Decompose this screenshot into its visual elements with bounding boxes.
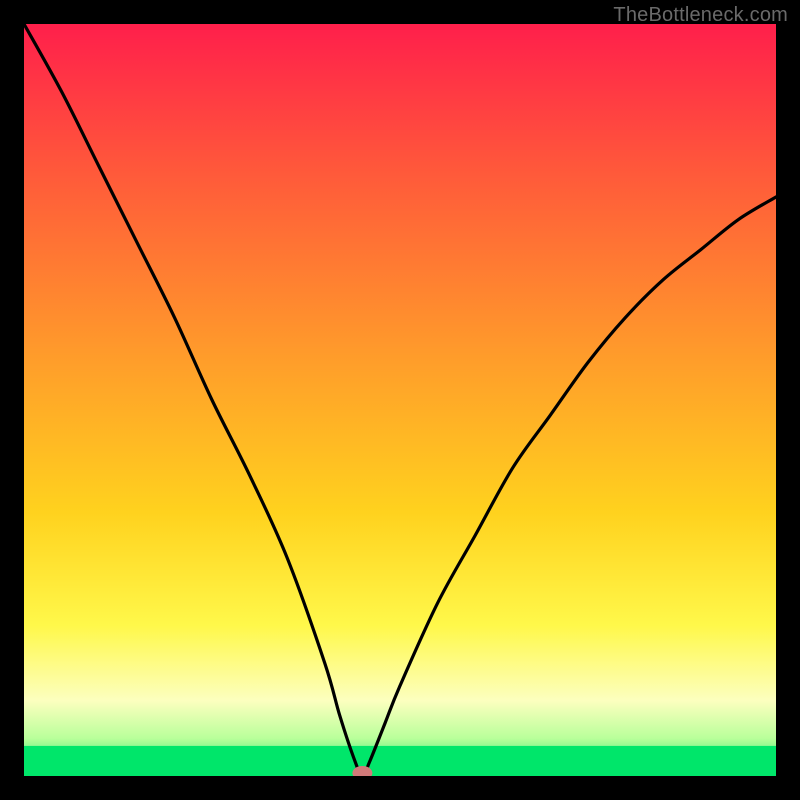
chart-frame: TheBottleneck.com [0,0,800,800]
green-baseline-band [24,746,776,776]
gradient-background [24,24,776,776]
plot-area [24,24,776,776]
chart-svg [24,24,776,776]
